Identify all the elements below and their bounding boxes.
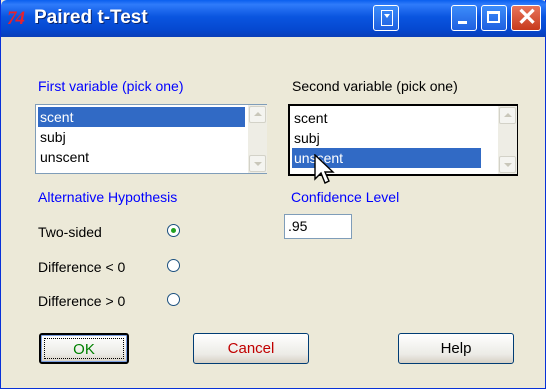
second-variable-item-subj[interactable]: subj [292, 128, 481, 148]
ok-button[interactable]: OK [39, 333, 129, 364]
focus-indicator [44, 338, 124, 359]
scroll-down-icon[interactable] [499, 156, 516, 173]
window-title: Paired t-Test [34, 7, 148, 28]
paired-t-test-dialog: 74 Paired t-Test ✕ First variable (pick … [0, 0, 546, 389]
close-button[interactable]: ✕ [511, 4, 541, 31]
tray-arrow-icon [381, 10, 393, 26]
help-button-label: Help [440, 340, 472, 357]
cancel-button[interactable]: Cancel [193, 333, 309, 364]
option-less-label: Difference < 0 [38, 259, 126, 275]
confidence-level-field[interactable]: .95 [284, 214, 352, 239]
first-variable-item-subj[interactable]: subj [38, 127, 245, 147]
scroll-down-icon[interactable] [249, 155, 266, 172]
confidence-level-label: Confidence Level [291, 189, 400, 205]
second-variable-scrollbar[interactable] [497, 106, 517, 174]
title-bar[interactable]: 74 Paired t-Test ✕ [1, 0, 546, 37]
first-variable-scrollbar[interactable] [247, 105, 267, 173]
app-logo-icon: 74 [7, 8, 25, 29]
maximize-icon [487, 11, 500, 23]
second-variable-item-scent[interactable]: scent [292, 108, 481, 128]
second-variable-label: Second variable (pick one) [292, 78, 458, 94]
first-variable-item-scent[interactable]: scent [38, 107, 245, 127]
difference-greater-radio[interactable] [167, 293, 180, 306]
close-icon: ✕ [517, 4, 538, 31]
alternative-hypothesis-label: Alternative Hypothesis [38, 189, 178, 205]
scroll-up-icon[interactable] [249, 106, 266, 123]
first-variable-listbox[interactable]: scent subj unscent [35, 104, 267, 174]
difference-less-radio[interactable] [167, 259, 180, 272]
minimize-button[interactable] [451, 5, 477, 31]
pointer-cursor-icon [314, 154, 335, 184]
minimize-icon [458, 21, 467, 24]
scroll-up-icon[interactable] [499, 107, 516, 124]
option-two-sided-label: Two-sided [38, 224, 102, 240]
maximize-button[interactable] [481, 5, 507, 31]
first-variable-item-unscent[interactable]: unscent [38, 147, 245, 167]
first-variable-label: First variable (pick one) [38, 78, 184, 94]
two-sided-radio[interactable] [167, 224, 180, 237]
option-greater-label: Difference > 0 [38, 293, 126, 309]
dropdown-menu-button[interactable] [373, 5, 399, 31]
help-button[interactable]: Help [398, 333, 514, 364]
cancel-button-label: Cancel [227, 340, 275, 357]
